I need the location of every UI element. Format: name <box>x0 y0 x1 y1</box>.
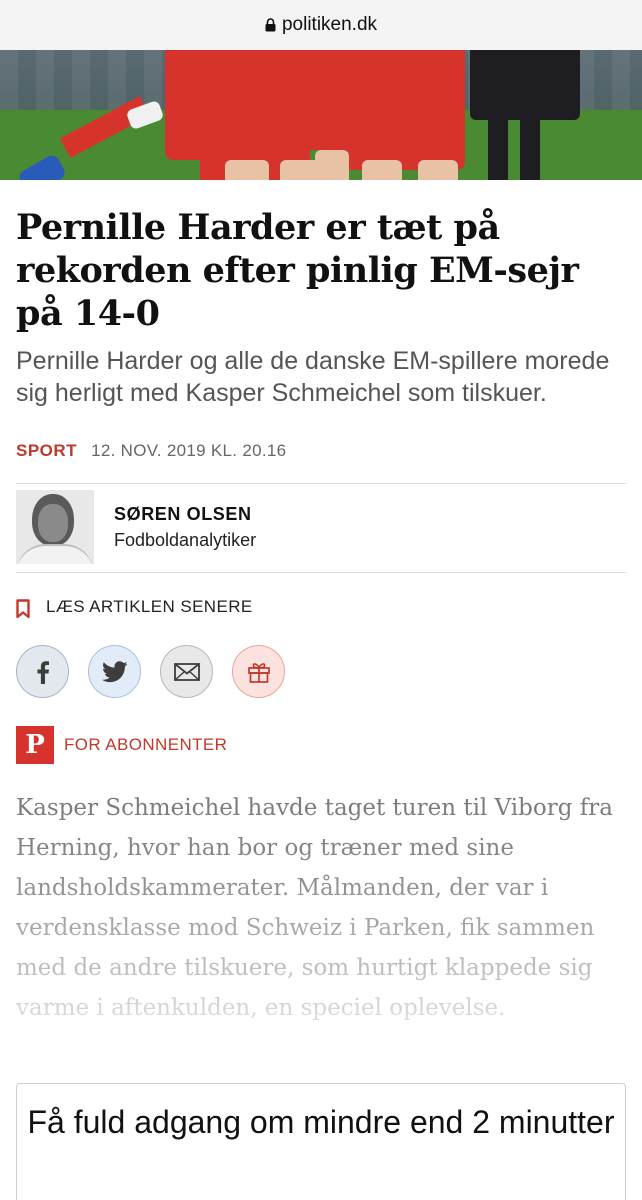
twitter-share-button[interactable] <box>88 645 141 698</box>
author-photo <box>16 490 94 564</box>
politiken-logo: P <box>16 726 54 764</box>
browser-url: politiken.dk <box>281 14 378 35</box>
twitter-icon <box>101 660 128 682</box>
author-byline[interactable]: SØREN OLSEN Fodboldanalytiker <box>16 484 626 572</box>
author-name[interactable]: SØREN OLSEN <box>114 504 256 525</box>
mail-icon <box>173 662 200 681</box>
section-link[interactable]: SPORT <box>16 441 77 461</box>
browser-url-bar[interactable]: politiken.dk <box>0 0 642 50</box>
paywall-title: Få fuld adgang om mindre end 2 minutter <box>27 1104 615 1140</box>
subscriber-badge: P FOR ABONNENTER <box>16 726 626 764</box>
article-body: Kasper Schmeichel havde taget turen til … <box>16 788 626 1028</box>
read-later-label: LÆS ARTIKLEN SENERE <box>46 597 253 616</box>
publish-date: 12. NOV. 2019 KL. 20.16 <box>91 441 287 460</box>
article-meta: SPORT 12. NOV. 2019 KL. 20.16 <box>16 441 626 461</box>
gift-icon <box>247 662 270 683</box>
gift-article-button[interactable] <box>232 645 285 698</box>
subscriber-label: FOR ABONNENTER <box>64 735 228 754</box>
facebook-icon <box>37 660 49 684</box>
article-headline: Pernille Harder er tæt på rekorden efter… <box>16 207 579 334</box>
bookmark-icon <box>16 599 30 619</box>
mail-share-button[interactable] <box>160 645 213 698</box>
divider <box>16 572 626 573</box>
read-later-button[interactable]: LÆS ARTIKLEN SENERE <box>16 595 626 619</box>
share-buttons <box>16 645 626 698</box>
author-role: Fodboldanalytiker <box>114 529 257 550</box>
article-subheading: Pernille Harder og alle de danske EM-spi… <box>16 347 610 407</box>
facebook-share-button[interactable] <box>16 645 69 698</box>
paywall-box: Få fuld adgang om mindre end 2 minutter <box>16 1083 626 1200</box>
hero-image <box>0 50 642 180</box>
lock-icon <box>265 18 276 32</box>
